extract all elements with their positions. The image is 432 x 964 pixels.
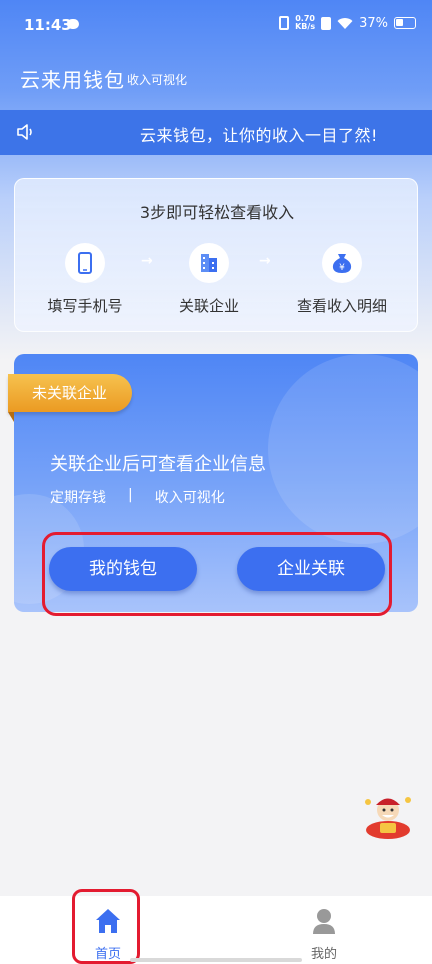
step-circle (65, 243, 105, 283)
phone-icon (78, 252, 92, 274)
enterprise-heading: 关联企业后可查看企业信息 (50, 454, 266, 475)
notice-text: 云来钱包，让你的收入一目了然! (140, 126, 378, 145)
card-decoration (268, 354, 418, 544)
app-title: 云来用钱包 (20, 68, 125, 92)
building-icon (201, 254, 217, 272)
mascot-icon[interactable] (360, 790, 416, 840)
bottom-tab-bar: 首页 我的 (0, 896, 432, 964)
status-right-group: 0.70 KB/s 37% (279, 15, 416, 31)
step-arrow-2: → (259, 253, 271, 269)
no-sim-icon (321, 16, 332, 30)
tag-separator: | (128, 487, 133, 503)
speaker-icon (17, 124, 32, 140)
tag-income-visual: 收入可视化 (154, 490, 225, 506)
vibrate-icon (279, 16, 290, 30)
step-label: 关联企业 (178, 297, 239, 315)
battery-percent: 37% (359, 15, 388, 31)
home-indicator (130, 958, 302, 962)
step-circle: ¥ (322, 243, 362, 283)
step-view-income: ¥ 查看收入明细 (287, 243, 397, 316)
my-wallet-button[interactable]: 我的钱包 (49, 547, 197, 591)
step-label: 查看收入明细 (296, 297, 387, 315)
chat-notification-icon (67, 19, 79, 29)
notice-banner[interactable]: 云来钱包，让你的收入一目了然! (0, 110, 432, 155)
wifi-icon (337, 17, 353, 29)
battery-icon (394, 17, 416, 29)
step-link-enterprise: 关联企业 (154, 243, 264, 316)
link-enterprise-button[interactable]: 企业关联 (237, 547, 385, 591)
status-time: 11:43 (24, 16, 72, 34)
svg-text:¥: ¥ (339, 263, 345, 273)
tab-mine[interactable]: 我的 (284, 896, 364, 964)
enterprise-tags: 定期存钱 | 收入可视化 (50, 487, 225, 507)
unlinked-enterprise-badge: 未关联企业 (8, 374, 132, 412)
step-arrow-1: → (141, 253, 153, 269)
status-bar: 11:43 0.70 KB/s 37% (0, 0, 432, 50)
badge-ribbon-fold (8, 412, 14, 422)
steps-card: 3步即可轻松查看收入 填写手机号 → 关联企业 → ¥ 查看收入明细 (14, 178, 418, 332)
money-bag-icon: ¥ (332, 254, 352, 273)
app-subtitle: 收入可视化 (127, 73, 188, 87)
step-circle (189, 243, 229, 283)
step-fill-phone: 填写手机号 (30, 243, 140, 316)
network-speed-unit: KB/s (295, 22, 316, 31)
home-tab-highlight (72, 889, 140, 964)
step-label: 填写手机号 (47, 297, 123, 315)
network-speed: 0.70 KB/s (295, 15, 315, 31)
tag-save-money: 定期存钱 (50, 490, 106, 506)
steps-title: 3步即可轻松查看收入 (139, 203, 295, 222)
user-icon (313, 909, 335, 934)
